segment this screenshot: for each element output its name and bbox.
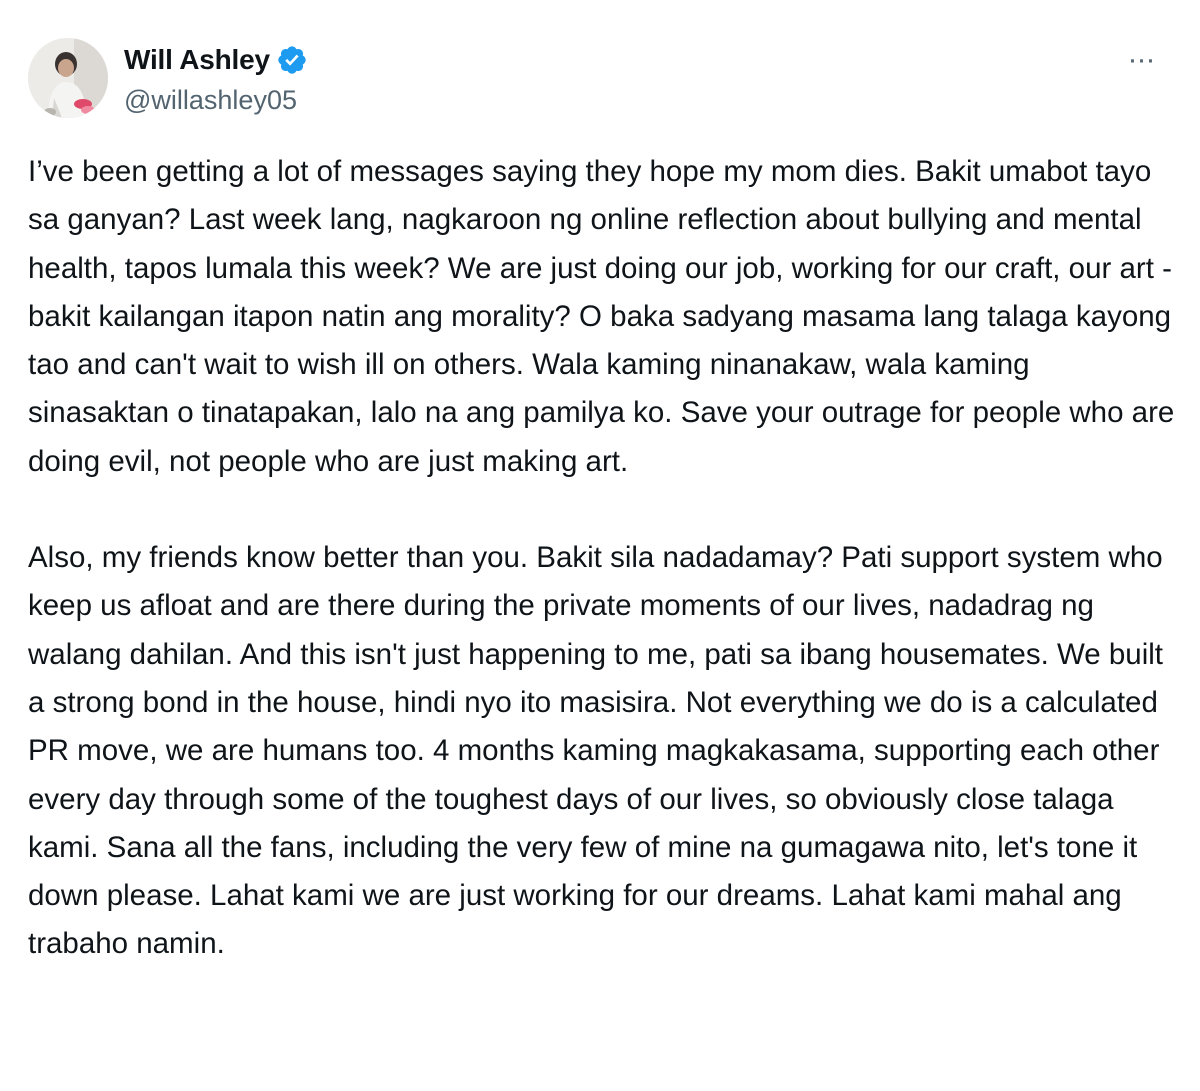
profile-photo-icon <box>28 38 108 118</box>
tweet-text: I’ve been getting a lot of messages sayi… <box>28 148 1178 969</box>
author-handle[interactable]: @willashley05 <box>124 82 297 118</box>
tweet-card: Will Ashley @willashley05 ··· I’ve been … <box>0 0 1200 1091</box>
author-name[interactable]: Will Ashley <box>124 42 270 78</box>
verified-badge-icon <box>276 44 308 76</box>
tweet-paragraph: Also, my friends know better than you. B… <box>28 541 1164 961</box>
more-options-icon: ··· <box>1127 43 1156 76</box>
more-options-button[interactable]: ··· <box>1118 42 1164 78</box>
tweet-paragraph: I’ve been getting a lot of messages sayi… <box>28 155 1175 478</box>
avatar[interactable] <box>28 38 108 118</box>
author-name-row[interactable]: Will Ashley <box>124 42 308 78</box>
